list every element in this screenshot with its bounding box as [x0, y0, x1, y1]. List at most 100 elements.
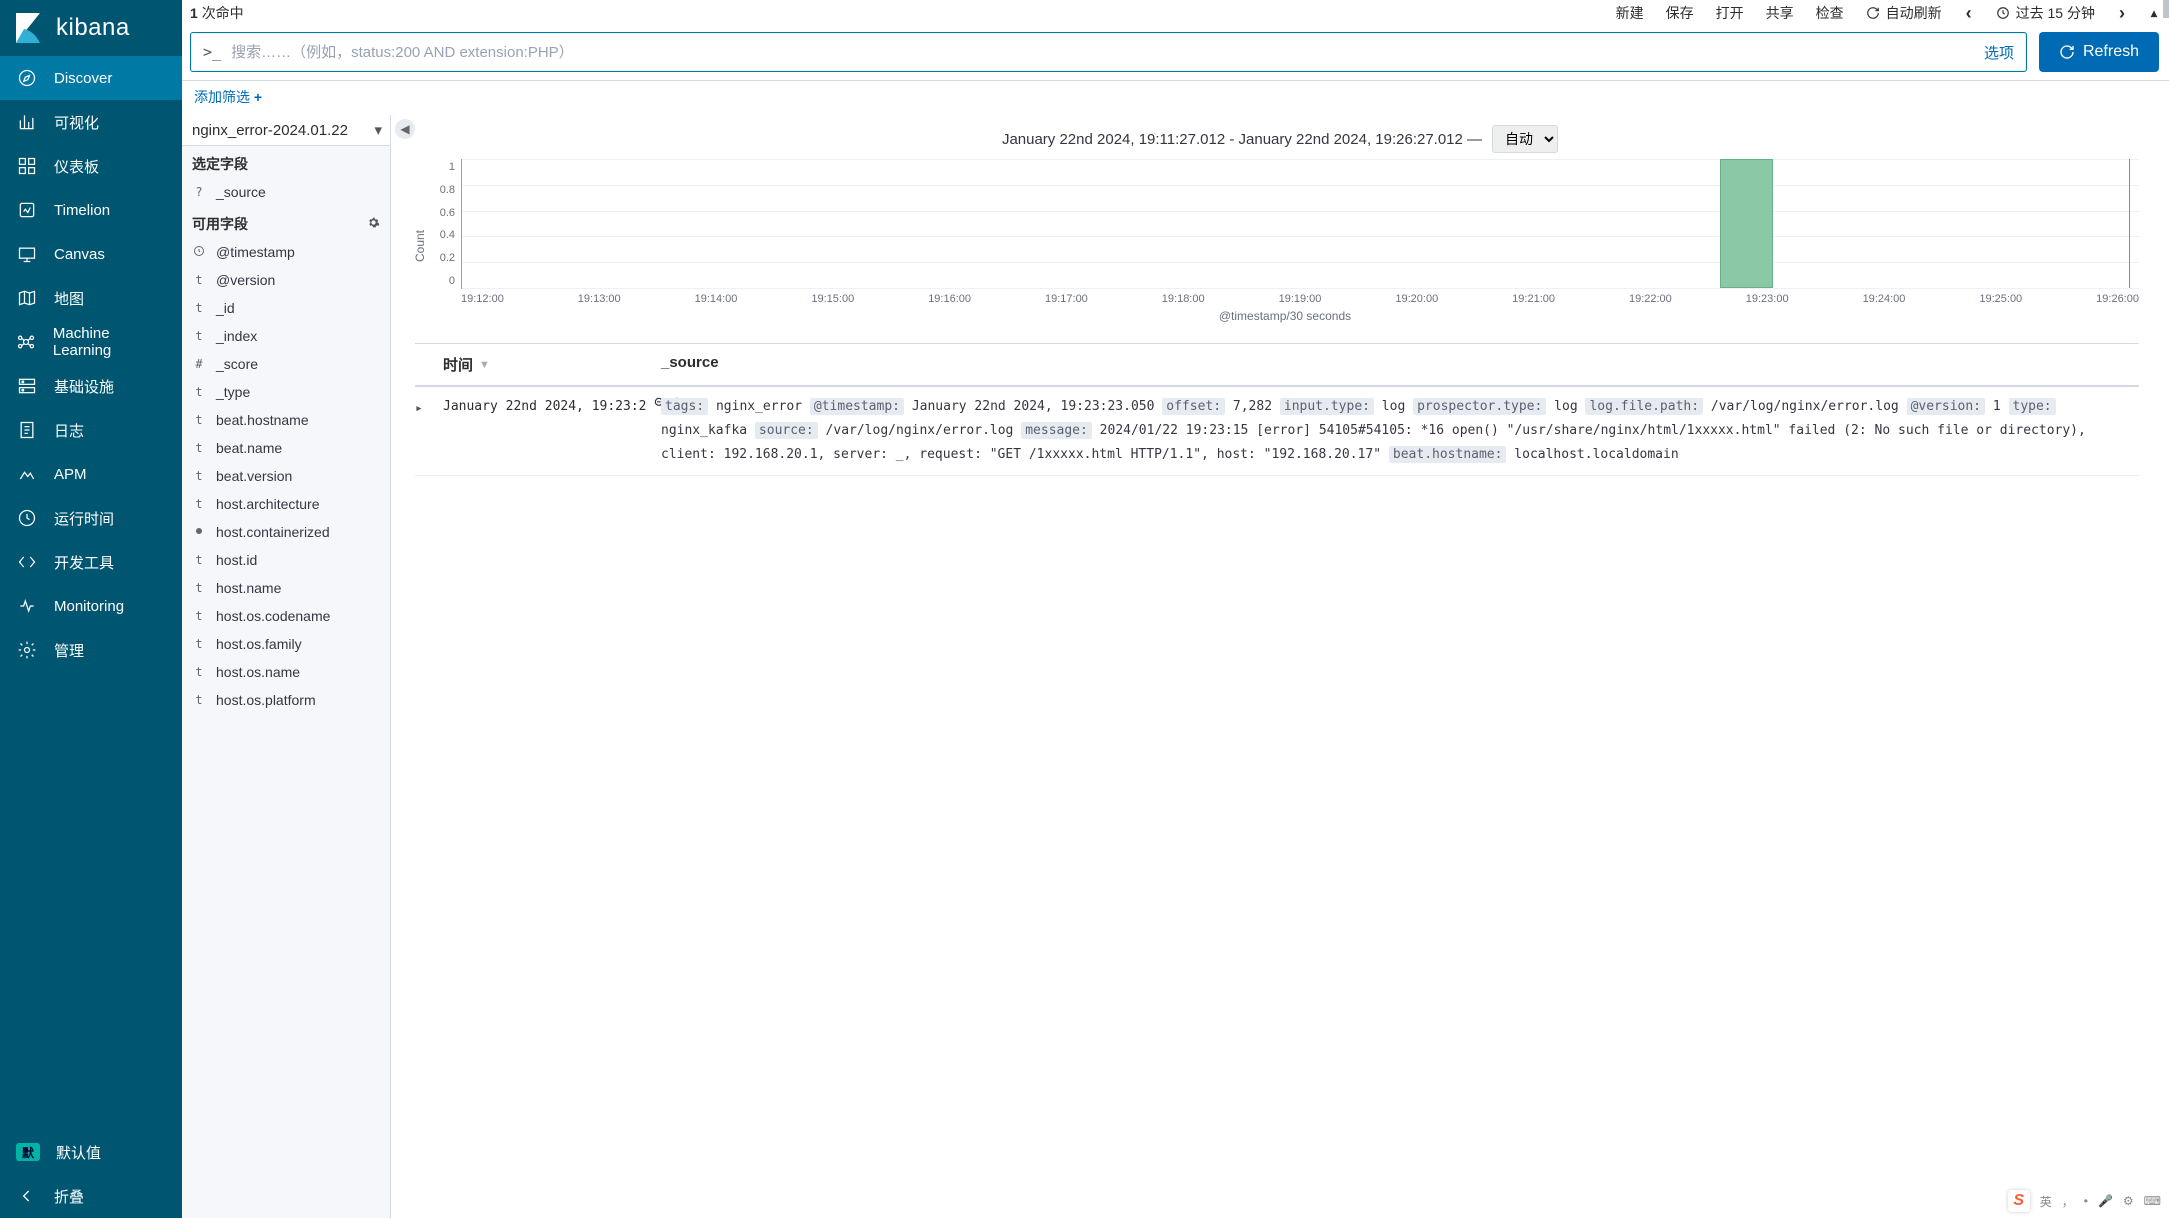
- ime-mic-icon[interactable]: 🎤: [2098, 1194, 2113, 1208]
- field-type-icon: t: [192, 413, 206, 427]
- refresh-icon: [1866, 6, 1880, 20]
- field-beat.name[interactable]: tbeat.name: [182, 434, 390, 462]
- time-next-button[interactable]: ›: [2117, 3, 2127, 24]
- sidebar-item-label: Canvas: [54, 246, 105, 263]
- ime-settings-icon[interactable]: ⚙: [2123, 1194, 2134, 1208]
- sidebar-item-apm[interactable]: APM: [0, 452, 182, 496]
- field-name-label: beat.hostname: [216, 412, 309, 428]
- infra-icon: [16, 375, 38, 397]
- field-name-label: _index: [216, 328, 257, 344]
- field-_score[interactable]: #_score: [182, 350, 390, 378]
- field-name-label: host.os.platform: [216, 692, 316, 708]
- sogou-ime-icon[interactable]: S: [2008, 1190, 2030, 1212]
- field-_type[interactable]: t_type: [182, 378, 390, 406]
- monitor-icon: [16, 595, 38, 617]
- gear-icon[interactable]: [367, 216, 380, 232]
- x-tick: 19:15:00: [811, 293, 854, 305]
- column-source-header[interactable]: _source: [661, 344, 2139, 385]
- field-@version[interactable]: t@version: [182, 266, 390, 294]
- topbar-action-共享[interactable]: 共享: [1766, 3, 1794, 23]
- search-options-link[interactable]: 选项: [1984, 42, 2014, 63]
- field-_index[interactable]: t_index: [182, 322, 390, 350]
- field-_id[interactable]: t_id: [182, 294, 390, 322]
- row-timestamp: January 22nd 2024, 19:23:2: [443, 395, 661, 467]
- row-source: tags: nginx_error @timestamp: January 22…: [661, 395, 2139, 467]
- sidebar-item-dashboard[interactable]: 仪表板: [0, 144, 182, 188]
- field-host.os.platform[interactable]: thost.os.platform: [182, 686, 390, 714]
- sidebar-item-map[interactable]: 地图: [0, 276, 182, 320]
- field-host.os.family[interactable]: thost.os.family: [182, 630, 390, 658]
- field-name-label: host.os.codename: [216, 608, 330, 624]
- sidebar-item-monitor[interactable]: Monitoring: [0, 584, 182, 628]
- field-beat.hostname[interactable]: t beat.hostname: [182, 406, 390, 434]
- ime-half[interactable]: •: [2084, 1194, 2088, 1208]
- add-filter-link[interactable]: 添加筛选 +: [194, 89, 262, 105]
- topbar-action-检查[interactable]: 检查: [1816, 3, 1844, 23]
- field-beat.version[interactable]: tbeat.version: [182, 462, 390, 490]
- sidebar-item-timelion[interactable]: Timelion: [0, 188, 182, 232]
- field-value: nginx_kafka: [661, 423, 747, 438]
- field-type-icon: t: [192, 637, 206, 651]
- field-type-icon: t: [192, 273, 206, 287]
- expand-row-icon[interactable]: ▸: [415, 395, 443, 467]
- time-prev-button[interactable]: ‹: [1964, 3, 1974, 24]
- compass-icon: [16, 67, 38, 89]
- interval-select[interactable]: 自动: [1492, 125, 1558, 153]
- x-tick: 19:17:00: [1045, 293, 1088, 305]
- topbar-action-打开[interactable]: 打开: [1716, 3, 1744, 23]
- field-type-icon: t: [192, 469, 206, 483]
- column-time-header[interactable]: 时间▼: [443, 344, 661, 385]
- refresh-button[interactable]: Refresh: [2039, 32, 2159, 72]
- field-name-label: host.name: [216, 580, 281, 596]
- kibana-logo-icon: [14, 11, 44, 45]
- search-box[interactable]: >_ 选项: [190, 32, 2027, 72]
- sidebar-item-canvas[interactable]: Canvas: [0, 232, 182, 276]
- sidebar-item-chart[interactable]: 可视化: [0, 100, 182, 144]
- field-host.architecture[interactable]: thost.architecture: [182, 490, 390, 518]
- sidebar-collapse[interactable]: 折叠: [0, 1174, 182, 1218]
- logo[interactable]: kibana: [0, 0, 182, 56]
- field-key: @timestamp:: [810, 398, 904, 415]
- topbar-action-新建[interactable]: 新建: [1616, 3, 1644, 23]
- dashboard-icon: [16, 155, 38, 177]
- topbar-action-保存[interactable]: 保存: [1666, 3, 1694, 23]
- field-host.id[interactable]: thost.id: [182, 546, 390, 574]
- sidebar-item-logs[interactable]: 日志: [0, 408, 182, 452]
- vertical-scroll-indicator[interactable]: [2163, 0, 2169, 18]
- field-host.os.name[interactable]: thost.os.name: [182, 658, 390, 686]
- sidebar-item-ml[interactable]: Machine Learning: [0, 320, 182, 364]
- field-host.os.codename[interactable]: thost.os.codename: [182, 602, 390, 630]
- index-pattern-select[interactable]: nginx_error-2024.01.22 ▾: [182, 115, 390, 146]
- histogram-bar[interactable]: [1720, 159, 1774, 288]
- field-@timestamp[interactable]: @timestamp: [182, 238, 390, 266]
- auto-refresh-toggle[interactable]: 自动刷新: [1866, 3, 1942, 23]
- scroll-top-icon[interactable]: ▴: [2149, 6, 2159, 20]
- ime-punct[interactable]: ，: [2062, 1193, 2074, 1210]
- field-name-label: host.id: [216, 552, 257, 568]
- ime-lang[interactable]: 英: [2040, 1193, 2052, 1210]
- field-host.containerized[interactable]: host.containerized: [182, 518, 390, 546]
- histogram-chart[interactable]: Count 10.80.60.40.20 19:12:0019:13:0019:…: [391, 159, 2169, 333]
- sidebar-item-uptime[interactable]: 运行时间: [0, 496, 182, 540]
- sidebar-item-dev[interactable]: 开发工具: [0, 540, 182, 584]
- field-_source[interactable]: ?_source: [182, 178, 390, 206]
- ime-bar: S 英 ， • 🎤 ⚙ ⌨: [2008, 1190, 2161, 1212]
- brand-text: kibana: [56, 14, 130, 42]
- sidebar-item-infra[interactable]: 基础设施: [0, 364, 182, 408]
- sidebar-item-gear[interactable]: 管理: [0, 628, 182, 672]
- collapse-fields-icon[interactable]: ◀: [395, 119, 415, 139]
- field-name-label: @timestamp: [216, 244, 295, 260]
- refresh-icon: [2059, 44, 2075, 60]
- field-host.name[interactable]: thost.name: [182, 574, 390, 602]
- sidebar-item-compass[interactable]: Discover: [0, 56, 182, 100]
- field-key: tags:: [661, 398, 708, 415]
- ime-keyboard-icon[interactable]: ⌨: [2144, 1194, 2161, 1208]
- field-name-label: host.containerized: [216, 524, 330, 540]
- field-name-label: _source: [216, 184, 266, 200]
- uptime-icon: [16, 507, 38, 529]
- sidebar-default-space[interactable]: 默 默认值: [0, 1130, 182, 1174]
- time-picker[interactable]: 过去 15 分钟: [1996, 3, 2095, 23]
- field-type-icon: t: [192, 665, 206, 679]
- field-key: type:: [2009, 398, 2056, 415]
- search-input[interactable]: [231, 44, 1984, 61]
